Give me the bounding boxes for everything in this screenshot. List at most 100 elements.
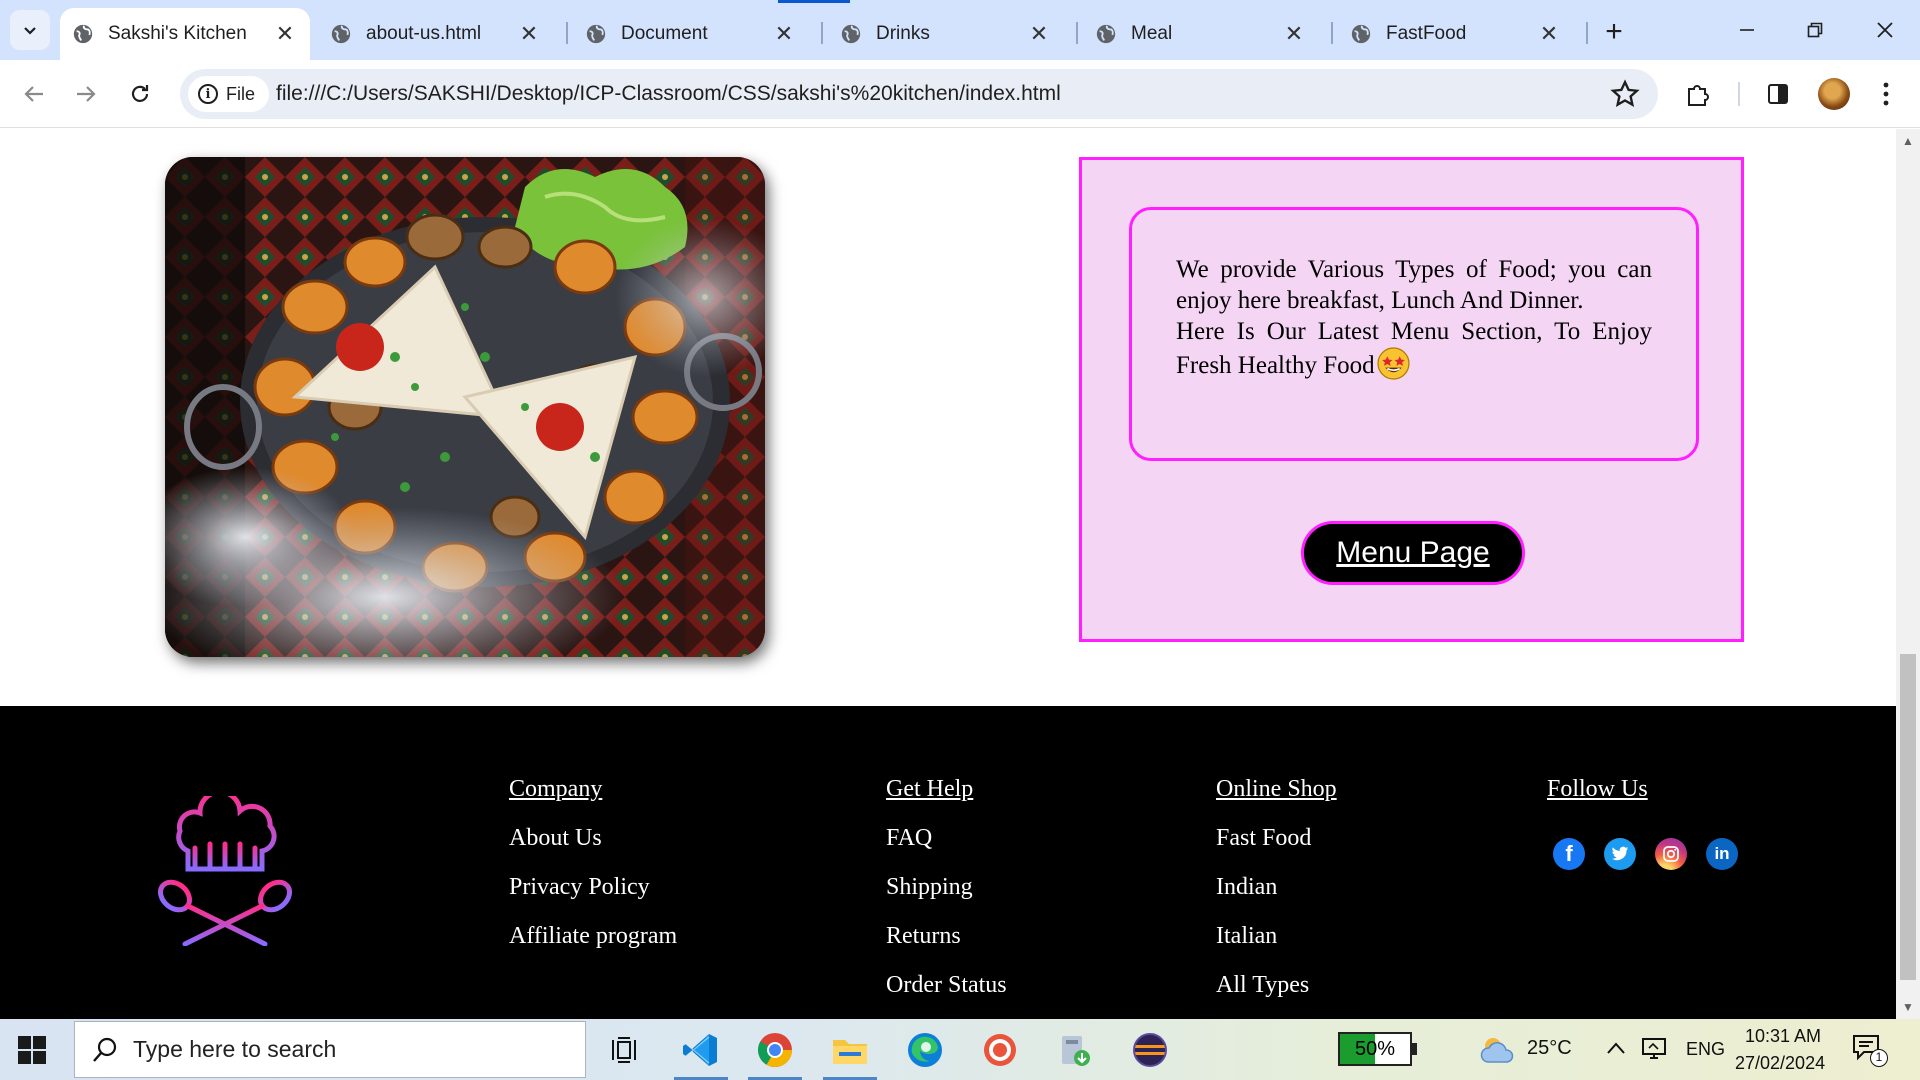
profile-avatar[interactable]	[1818, 78, 1850, 110]
site-info-label: File	[226, 83, 256, 104]
restore-icon	[1807, 22, 1823, 38]
food-platter-image	[165, 157, 765, 657]
back-button[interactable]	[14, 74, 54, 114]
side-panel-icon	[1768, 84, 1788, 104]
footer-heading-follow-us[interactable]: Follow Us	[1547, 776, 1648, 803]
browser-menu-button[interactable]	[1866, 74, 1906, 114]
footer-link-italian[interactable]: Italian	[1216, 923, 1337, 950]
side-panel-button[interactable]	[1758, 74, 1798, 114]
extensions-button[interactable]	[1678, 74, 1718, 114]
battery-indicator[interactable]: 50%	[1338, 1032, 1412, 1066]
about-text: We provide Various Types of Food; you ca…	[1176, 254, 1652, 381]
chrome-app[interactable]	[744, 1019, 806, 1080]
arrow-left-icon	[24, 86, 43, 102]
weather-cloud-icon[interactable]	[1478, 1034, 1518, 1066]
tab-title: Drinks	[876, 23, 930, 44]
instagram-icon[interactable]	[1655, 838, 1687, 870]
address-bar[interactable]: i File file:///C:/Users/SAKSHI/Desktop/I…	[180, 69, 1658, 119]
tab-document[interactable]: Document ✕	[573, 8, 809, 60]
forward-button[interactable]	[66, 74, 106, 114]
footer-link-all-types[interactable]: All Types	[1216, 972, 1337, 999]
close-tab-icon[interactable]: ✕	[274, 21, 296, 46]
chevron-up-icon[interactable]	[1606, 1041, 1626, 1055]
tab-separator	[1331, 22, 1333, 44]
search-placeholder: Type here to search	[133, 1036, 337, 1062]
chef-hat-logo-icon	[158, 796, 292, 946]
tab-sakshis-kitchen[interactable]: Sakshi's Kitchen ✕	[60, 8, 310, 60]
tab-about-us[interactable]: about-us.html ✕	[318, 8, 554, 60]
new-tab-button[interactable]: +	[1596, 14, 1632, 50]
recorder-app[interactable]	[969, 1019, 1031, 1080]
footer-column-get-help: Get Help FAQ Shipping Returns Order Stat…	[886, 776, 1007, 1019]
close-tab-icon[interactable]: ✕	[518, 21, 540, 46]
installer-app[interactable]	[1044, 1019, 1106, 1080]
eclipse-app[interactable]	[1119, 1019, 1181, 1080]
footer-link-privacy-policy[interactable]: Privacy Policy	[509, 874, 677, 901]
footer-column-company: Company About Us Privacy Policy Affiliat…	[509, 776, 677, 972]
site-info-chip[interactable]: i File	[188, 76, 270, 112]
tab-title: Meal	[1131, 23, 1173, 44]
footer-column-follow-us: Follow Us	[1547, 776, 1648, 825]
browser-toolbar: i File file:///C:/Users/SAKSHI/Desktop/I…	[0, 60, 1920, 128]
close-tab-icon[interactable]: ✕	[773, 21, 795, 46]
network-icon[interactable]	[1640, 1036, 1668, 1062]
menu-page-button[interactable]: Menu Page	[1301, 521, 1525, 585]
file-explorer-app[interactable]	[819, 1019, 881, 1080]
footer-link-faq[interactable]: FAQ	[886, 825, 1007, 852]
footer-heading-online-shop[interactable]: Online Shop	[1216, 776, 1337, 803]
tab-title: FastFood	[1386, 23, 1467, 44]
twitter-icon[interactable]	[1604, 838, 1636, 870]
clock-time[interactable]: 10:31 AM	[1745, 1026, 1821, 1047]
footer-link-about-us[interactable]: About Us	[509, 825, 677, 852]
footer-heading-company[interactable]: Company	[509, 776, 677, 803]
restore-button[interactable]	[1792, 8, 1838, 52]
scroll-down-icon[interactable]: ▼	[1902, 1001, 1914, 1013]
edge-app[interactable]	[894, 1019, 956, 1080]
scroll-thumb[interactable]	[1900, 654, 1916, 980]
facebook-icon[interactable]: f	[1553, 838, 1585, 870]
tab-fastfood[interactable]: FastFood ✕	[1338, 8, 1574, 60]
globe-icon	[841, 24, 861, 44]
footer-link-shipping[interactable]: Shipping	[886, 874, 1007, 901]
record-icon	[984, 1033, 1016, 1066]
language-indicator[interactable]: ENG	[1686, 1039, 1725, 1060]
globe-icon	[586, 24, 606, 44]
about-text-box: We provide Various Types of Food; you ca…	[1129, 207, 1699, 461]
close-window-button[interactable]	[1862, 8, 1908, 52]
installer-icon	[1062, 1035, 1090, 1066]
tab-separator	[821, 22, 823, 44]
footer-link-order-status[interactable]: Order Status	[886, 972, 1007, 999]
notification-center-button[interactable]: 1	[1852, 1033, 1892, 1069]
vscode-app[interactable]	[670, 1019, 732, 1080]
minimize-button[interactable]	[1724, 8, 1770, 52]
scroll-up-icon[interactable]: ▲	[1902, 135, 1914, 147]
page-scrollbar[interactable]: ▲ ▼	[1896, 129, 1920, 1019]
reload-button[interactable]	[120, 74, 160, 114]
task-view-button[interactable]	[594, 1019, 656, 1080]
tab-title: Sakshi's Kitchen	[108, 23, 247, 44]
bookmark-star-icon[interactable]	[1610, 79, 1640, 109]
footer-link-indian[interactable]: Indian	[1216, 874, 1337, 901]
tab-meal[interactable]: Meal ✕	[1083, 8, 1319, 60]
more-vertical-icon	[1883, 82, 1889, 106]
puzzle-icon	[1688, 85, 1709, 106]
tab-search-button[interactable]	[10, 10, 50, 50]
close-tab-icon[interactable]: ✕	[1028, 21, 1050, 46]
footer-link-affiliate-program[interactable]: Affiliate program	[509, 923, 677, 950]
close-tab-icon[interactable]: ✕	[1538, 21, 1560, 46]
footer-link-returns[interactable]: Returns	[886, 923, 1007, 950]
tab-drinks[interactable]: Drinks ✕	[828, 8, 1064, 60]
footer-heading-get-help[interactable]: Get Help	[886, 776, 1007, 803]
url-text[interactable]: file:///C:/Users/SAKSHI/Desktop/ICP-Clas…	[276, 82, 1061, 106]
footer-link-fast-food[interactable]: Fast Food	[1216, 825, 1337, 852]
about-text-line-1: We provide Various Types of Food; you ca…	[1176, 256, 1652, 314]
food-platter-photo	[165, 157, 765, 657]
taskbar-search-box[interactable]: Type here to search	[74, 1021, 586, 1078]
close-tab-icon[interactable]: ✕	[1283, 21, 1305, 46]
linkedin-icon[interactable]: in	[1706, 838, 1738, 870]
tab-loading-indicator	[778, 0, 850, 3]
weather-temperature[interactable]: 25°C	[1527, 1037, 1572, 1060]
clock-date[interactable]: 27/02/2024	[1735, 1053, 1825, 1074]
windows-start-icon[interactable]	[18, 1036, 46, 1064]
notification-count: 1	[1870, 1049, 1888, 1067]
